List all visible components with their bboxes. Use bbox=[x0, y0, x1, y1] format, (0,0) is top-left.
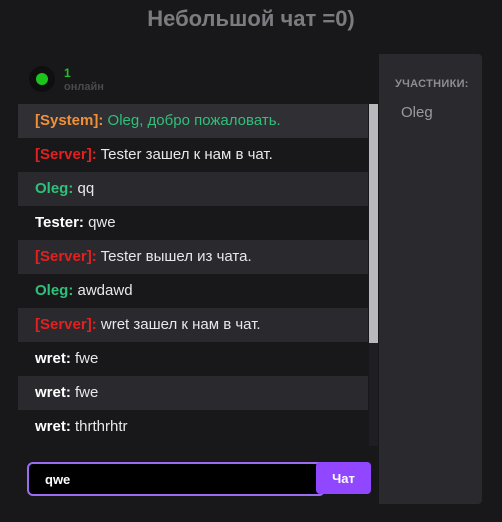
message-text: fwe bbox=[70, 384, 99, 401]
message-author: [System]: bbox=[35, 112, 104, 129]
message-text: Tester зашел к нам в чат. bbox=[96, 146, 273, 163]
message-text: awdawd bbox=[73, 282, 133, 299]
message-author: Oleg: bbox=[35, 180, 74, 197]
message-author: Tester: bbox=[35, 214, 84, 231]
participant-item[interactable]: Oleg bbox=[401, 104, 433, 121]
message-text: qwe bbox=[83, 214, 116, 231]
chat-main: 1 онлайн [System]: Oleg, добро пожаловат… bbox=[17, 54, 379, 504]
message-list[interactable]: [System]: Oleg, добро пожаловать. [Server… bbox=[18, 104, 368, 446]
message-row: wret: fwe bbox=[18, 342, 368, 376]
message-author: wret: bbox=[35, 384, 71, 401]
scrollbar-thumb[interactable] bbox=[369, 104, 378, 343]
participants-title: УЧАСТНИКИ: bbox=[395, 78, 469, 90]
send-button[interactable]: Чат bbox=[316, 462, 371, 494]
page-title: Небольшой чат =0) bbox=[147, 6, 355, 31]
message-input[interactable] bbox=[27, 462, 325, 496]
message-text: Oleg, добро пожаловать. bbox=[103, 112, 281, 129]
message-author: wret: bbox=[35, 350, 71, 367]
participants-panel: УЧАСТНИКИ: Oleg bbox=[379, 54, 482, 504]
chat-window: 1 онлайн [System]: Oleg, добро пожаловат… bbox=[17, 54, 482, 504]
online-indicator bbox=[29, 66, 55, 92]
message-author: [Server]: bbox=[35, 316, 97, 333]
message-author: wret: bbox=[35, 418, 71, 435]
message-author: [Server]: bbox=[35, 146, 97, 163]
message-author: [Server]: bbox=[35, 248, 97, 265]
message-row: [System]: Oleg, добро пожаловать. bbox=[18, 104, 368, 138]
message-row: [Server]: Tester зашел к нам в чат. bbox=[18, 138, 368, 172]
online-dot-icon bbox=[36, 73, 48, 85]
message-text: thrthrhtr bbox=[70, 418, 128, 435]
message-row: Oleg: awdawd bbox=[18, 274, 368, 308]
message-text: wret зашел к нам в чат. bbox=[96, 316, 261, 333]
input-row: Чат bbox=[17, 454, 379, 504]
message-text: Tester вышел из чата. bbox=[96, 248, 252, 265]
message-author: Oleg: bbox=[35, 282, 74, 299]
message-row: [Server]: wret зашел к нам в чат. bbox=[18, 308, 368, 342]
message-row: [Server]: Tester вышел из чата. bbox=[18, 240, 368, 274]
message-text: qq bbox=[73, 180, 95, 197]
message-scrollbar[interactable] bbox=[369, 104, 378, 446]
message-row: wret: fwe bbox=[18, 376, 368, 410]
message-text: fwe bbox=[70, 350, 99, 367]
online-label: онлайн bbox=[64, 81, 104, 93]
message-row: Oleg: qq bbox=[18, 172, 368, 206]
online-count: 1 bbox=[64, 66, 71, 80]
chat-header: 1 онлайн bbox=[17, 54, 379, 104]
message-row: wret: thrthrhtr bbox=[18, 410, 368, 444]
message-row: Tester: qwe bbox=[18, 206, 368, 240]
